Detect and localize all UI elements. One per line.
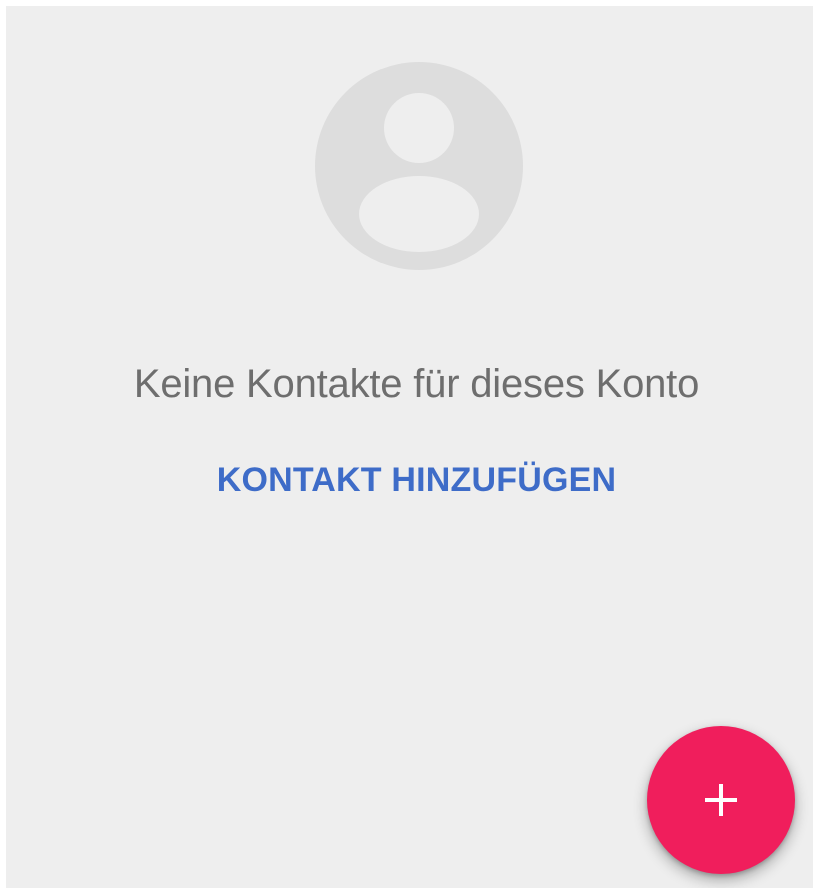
add-contact-button[interactable]: KONTAKT HINZUFÜGEN bbox=[6, 461, 813, 500]
contacts-empty-screen: Keine Kontakte für dieses Konto KONTAKT … bbox=[6, 6, 813, 888]
add-fab-button[interactable] bbox=[647, 726, 795, 874]
plus-icon bbox=[705, 784, 737, 816]
avatar-placeholder-icon bbox=[315, 62, 523, 270]
empty-state-message: Keine Kontakte für dieses Konto bbox=[133, 362, 700, 406]
